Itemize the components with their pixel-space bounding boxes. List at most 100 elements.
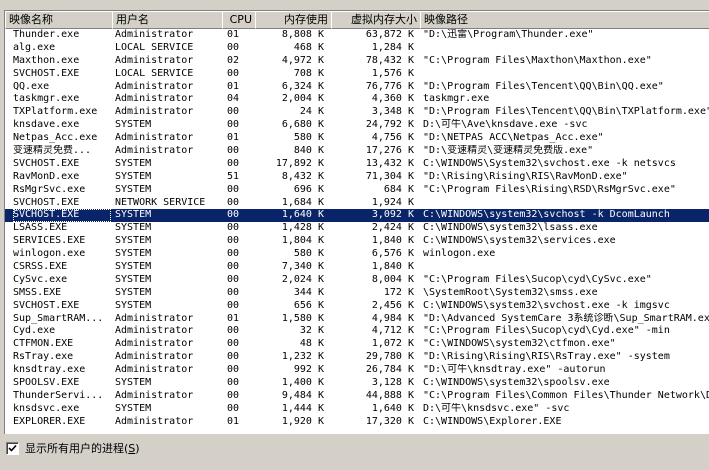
virtual-memory-cell: 2,456 K <box>371 299 414 311</box>
cpu-cell: 00 <box>227 299 240 311</box>
virtual-memory-cell: 44,888 K <box>365 389 414 401</box>
virtual-memory-cell: 76,776 K <box>365 80 414 92</box>
process-row[interactable]: alg.exe LOCAL SERVICE 00 468 K 1,284 K <box>5 42 709 55</box>
cpu-cell: 00 <box>227 106 240 118</box>
cpu-cell: 00 <box>227 67 240 79</box>
user-name-cell: Administrator <box>115 389 194 401</box>
image-path-cell: "D:\NETPAS ACC\Netpas_Acc.exe" <box>423 132 604 144</box>
cpu-cell: 00 <box>227 351 240 363</box>
cpu-cell: 00 <box>227 235 240 247</box>
image-path-cell: C:\WINDOWS\system32\spoolsv.exe <box>423 377 610 389</box>
process-list[interactable]: 映像名称 用户名 CPU 内存使用 虚拟内存大小 映像路径 Thunder.ex… <box>4 10 709 434</box>
process-row[interactable]: 变速精灵免费... Administrator 00 840 K 17,276 K "D:… <box>5 145 709 158</box>
memory-cell: 696 K <box>293 183 324 195</box>
process-row[interactable]: LSASS.EXE SYSTEM 00 1,428 K 2,424 K C:\WINDOW… <box>5 222 709 235</box>
image-path-cell: "C:\Program Files\Rising\RSD\RsMgrSvc.ex… <box>423 183 676 195</box>
image-path-cell: C:\WINDOWS\system32\lsass.exe <box>423 222 598 234</box>
process-row[interactable]: QQ.exe Administrator 01 6,324 K 76,776 K "D:\… <box>5 81 709 94</box>
user-name-cell: SYSTEM <box>115 119 152 131</box>
process-row[interactable]: SVCHOST.EXE LOCAL SERVICE 00 708 K 1,576 K <box>5 68 709 81</box>
memory-cell: 1,428 K <box>281 222 324 234</box>
process-row[interactable]: taskmgr.exe Administrator 04 2,004 K 4,360 K… <box>5 93 709 106</box>
process-row[interactable]: Sup_SmartRAM... Administrator 01 1,580 K 4,9… <box>5 313 709 326</box>
process-row[interactable]: winlogon.exe SYSTEM 00 580 K 6,576 K winlogon… <box>5 248 709 261</box>
user-name-cell: SYSTEM <box>115 402 152 414</box>
image-name-cell: taskmgr.exe <box>13 93 80 105</box>
process-row[interactable]: Thunder.exe Administrator 01 8,808 K 63,872 … <box>5 29 709 42</box>
image-name-cell: 变速精灵免费... <box>13 145 92 157</box>
process-row[interactable]: ThunderServi... Administrator 00 9,484 K 44,… <box>5 390 709 403</box>
virtual-memory-cell: 3,348 K <box>371 106 414 118</box>
image-name-cell: SVCHOST.EXE <box>13 196 80 208</box>
column-header-user-name[interactable]: 用户名 <box>112 11 223 29</box>
memory-cell: 1,640 K <box>281 209 324 221</box>
process-row[interactable]: RsTray.exe Administrator 00 1,232 K 29,780 K… <box>5 351 709 364</box>
column-header-image-path[interactable]: 映像路径 <box>420 11 709 29</box>
process-row[interactable]: TXPlatform.exe Administrator 00 24 K 3,348 K… <box>5 106 709 119</box>
process-row[interactable]: Netpas_Acc.exe Administrator 01 580 K 4,756 … <box>5 132 709 145</box>
image-name-cell: Maxthon.exe <box>13 54 80 66</box>
cpu-cell: 04 <box>227 93 240 105</box>
process-row[interactable]: CTFMON.EXE Administrator 00 48 K 1,072 K "C:\… <box>5 338 709 351</box>
process-row[interactable]: knsdsvc.exe SYSTEM 00 1,444 K 1,640 K D:\可牛\k… <box>5 403 709 416</box>
image-path-cell: "D:\Program Files\Tencent\QQ\Bin\QQ.exe" <box>423 80 664 92</box>
user-name-cell: SYSTEM <box>115 261 152 273</box>
memory-cell: 1,400 K <box>281 377 324 389</box>
memory-cell: 6,324 K <box>281 80 324 92</box>
image-path-cell: C:\WINDOWS\System32\svchost.exe -k netsv… <box>423 157 676 169</box>
process-row[interactable]: SERVICES.EXE SYSTEM 00 1,804 K 1,840 K C:\WIN… <box>5 235 709 248</box>
process-row[interactable]: CySvc.exe SYSTEM 00 2,024 K 8,004 K "C:\Progr… <box>5 274 709 287</box>
memory-cell: 2,024 K <box>281 273 324 285</box>
process-row[interactable]: Maxthon.exe Administrator 02 4,972 K 78,432 … <box>5 55 709 68</box>
column-header-image-name[interactable]: 映像名称 <box>5 11 113 29</box>
process-row[interactable]: knsdtray.exe Administrator 00 992 K 26,784 K… <box>5 364 709 377</box>
virtual-memory-cell: 1,072 K <box>371 338 414 350</box>
memory-cell: 48 K <box>299 338 324 350</box>
virtual-memory-cell: 1,284 K <box>371 41 414 53</box>
cpu-cell: 00 <box>227 183 240 195</box>
image-name-cell: RsTray.exe <box>13 351 74 363</box>
process-row[interactable]: RsMgrSvc.exe SYSTEM 00 696 K 684 K "C:\Progra… <box>5 184 709 197</box>
process-row[interactable]: EXPLORER.EXE Administrator 01 1,920 K 17,320… <box>5 416 709 429</box>
virtual-memory-cell: 172 K <box>383 286 414 298</box>
image-name-cell: alg.exe <box>13 41 56 53</box>
process-row[interactable]: SMSS.EXE SYSTEM 00 344 K 172 K \SystemRoot\Sy… <box>5 287 709 300</box>
virtual-memory-cell: 1,576 K <box>371 67 414 79</box>
show-all-users-option[interactable]: 显示所有用户的进程 (S) <box>6 441 140 455</box>
process-row[interactable]: SVCHOST.EXE NETWORK SERVICE 00 1,684 K 1,924… <box>5 197 709 210</box>
image-name-cell: winlogon.exe <box>13 248 86 260</box>
cpu-cell: 01 <box>227 132 240 144</box>
virtual-memory-cell: 2,424 K <box>371 222 414 234</box>
memory-cell: 9,484 K <box>281 389 324 401</box>
image-path-cell: C:\WINDOWS\Explorer.EXE <box>423 415 562 427</box>
virtual-memory-cell: 1,640 K <box>371 402 414 414</box>
image-path-cell: winlogon.exe <box>423 248 496 260</box>
show-all-users-checkbox[interactable] <box>6 441 19 455</box>
image-name-cell: SVCHOST.EXE <box>13 209 111 223</box>
image-path-cell: taskmgr.exe <box>423 93 490 105</box>
user-name-cell: Administrator <box>115 312 194 324</box>
memory-cell: 580 K <box>293 132 324 144</box>
image-name-cell: Netpas_Acc.exe <box>13 132 98 144</box>
memory-cell: 708 K <box>293 67 324 79</box>
process-row[interactable]: SVCHOST.EXE SYSTEM 00 656 K 2,456 K C:\WINDOW… <box>5 300 709 313</box>
checkmark-icon <box>8 444 17 452</box>
process-row[interactable]: SPOOLSV.EXE SYSTEM 00 1,400 K 3,128 K C:\WIND… <box>5 377 709 390</box>
process-row[interactable]: knsdave.exe SYSTEM 00 6,680 K 24,792 K D:\可牛\… <box>5 119 709 132</box>
column-header-cpu[interactable]: CPU <box>222 11 256 29</box>
column-header-virtual-memory[interactable]: 虚拟内存大小 <box>331 11 421 29</box>
memory-cell: 1,684 K <box>281 196 324 208</box>
image-name-cell: QQ.exe <box>13 80 50 92</box>
process-row[interactable]: SVCHOST.EXE SYSTEM 00 1,640 K 3,092 K C:\WIND… <box>5 209 709 223</box>
memory-cell: 840 K <box>293 145 324 157</box>
process-row[interactable]: Cyd.exe Administrator 00 32 K 4,712 K "C:\Pro… <box>5 325 709 338</box>
user-name-cell: SYSTEM <box>115 209 152 221</box>
cpu-cell: 00 <box>227 248 240 260</box>
process-row[interactable]: CSRSS.EXE SYSTEM 00 7,340 K 1,840 K <box>5 261 709 274</box>
process-row[interactable]: RavMonD.exe SYSTEM 51 8,432 K 71,304 K "D:\Ri… <box>5 171 709 184</box>
column-header-memory-usage[interactable]: 内存使用 <box>255 11 332 29</box>
user-name-cell: SYSTEM <box>115 222 152 234</box>
virtual-memory-cell: 3,092 K <box>371 209 414 221</box>
process-row[interactable]: SVCHOST.EXE SYSTEM 00 17,892 K 13,432 K C:\WI… <box>5 158 709 171</box>
memory-cell: 2,004 K <box>281 93 324 105</box>
